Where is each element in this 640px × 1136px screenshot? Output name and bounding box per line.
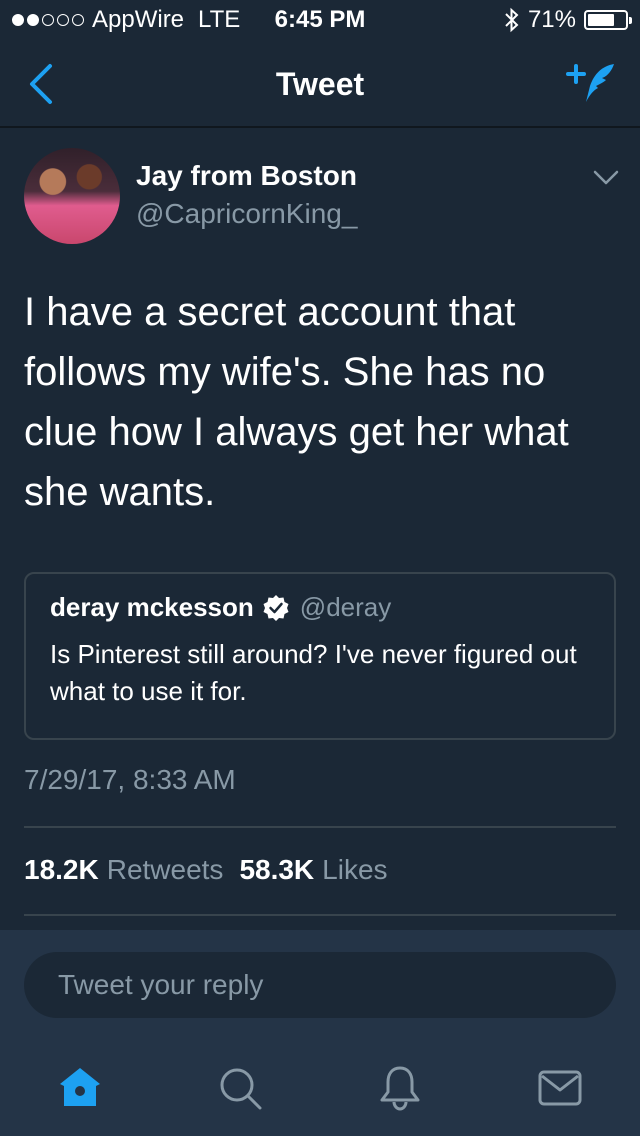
quoted-tweet-text: Is Pinterest still around? I've never fi… [50, 639, 577, 706]
compose-tweet-icon[interactable] [564, 60, 620, 108]
tab-bar [0, 1040, 640, 1136]
verified-badge-icon [263, 594, 289, 621]
quoted-author-name: deray mckesson [50, 592, 254, 622]
status-bar: AppWire LTE 6:45 PM 71% [0, 0, 640, 40]
reply-input[interactable] [24, 952, 616, 1018]
search-icon[interactable] [216, 1064, 264, 1112]
notifications-icon[interactable] [376, 1064, 424, 1112]
page-title: Tweet [275, 66, 365, 102]
likes-label[interactable]: Likes [322, 854, 387, 886]
bluetooth-icon [505, 7, 519, 33]
avatar[interactable] [24, 148, 120, 244]
divider [24, 826, 616, 828]
reply-bar [0, 930, 640, 1040]
retweets-count[interactable]: 18.2K [24, 854, 99, 886]
quoted-author-handle: @deray [299, 592, 392, 622]
tweet-detail: Jay from Boston @CapricornKing_ I have a… [0, 130, 640, 930]
divider [24, 914, 616, 916]
nav-bar: Tweet [0, 40, 640, 128]
status-right: 71% [504, 6, 632, 34]
author-name[interactable]: Jay from Boston [136, 160, 357, 192]
messages-icon[interactable] [536, 1064, 584, 1112]
tweet-text: I have a secret account that follows my … [24, 290, 569, 514]
quoted-tweet[interactable]: deray mckesson @deray Is Pinterest still… [24, 572, 616, 740]
battery-icon [584, 10, 632, 30]
author-handle[interactable]: @CapricornKing_ [136, 198, 357, 230]
retweets-label[interactable]: Retweets [107, 854, 224, 886]
home-icon[interactable] [56, 1064, 104, 1112]
chevron-down-icon[interactable] [592, 168, 620, 188]
battery-percent: 71% [527, 6, 576, 33]
likes-count[interactable]: 58.3K [239, 854, 314, 886]
engagement-stats: 18.2K Retweets 58.3K Likes [24, 854, 396, 886]
quoted-tweet-header: deray mckesson @deray [50, 592, 391, 623]
tweet-timestamp: 7/29/17, 8:33 AM [24, 764, 236, 795]
